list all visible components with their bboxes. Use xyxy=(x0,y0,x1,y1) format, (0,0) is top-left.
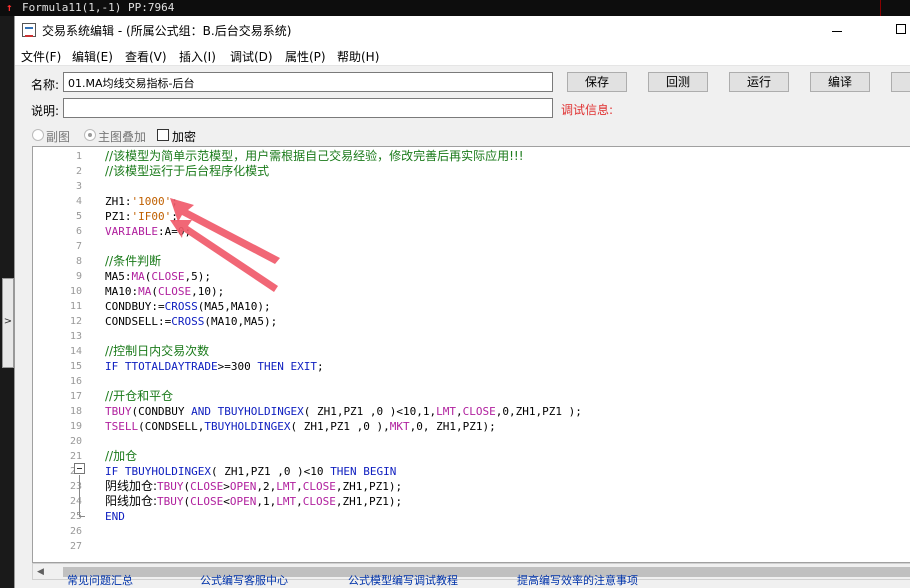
line-number: 24 xyxy=(69,496,82,507)
fold-guide-line xyxy=(79,475,80,517)
encrypt-checkbox[interactable] xyxy=(157,129,169,141)
line-number: 10 xyxy=(69,286,82,297)
code-line-15: IF TTOTALDAYTRADE>=300 THEN EXIT; xyxy=(105,360,324,373)
title-bar: 交易系统编辑 - (所属公式组：B.后台交易系统) xyxy=(15,16,910,44)
code-line-6: VARIABLE:A=0; xyxy=(105,225,192,238)
line-number-gutter: 1 2 3 4 5 6 7 8 9 10 11 12 13 14 15 16 1… xyxy=(33,147,88,552)
formula-editor-window: 交易系统编辑 - (所属公式组：B.后台交易系统) 文件(F) 编辑(E) 查看… xyxy=(14,16,910,588)
extra-button[interactable] xyxy=(891,72,910,92)
code-line-22: IF TBUYHOLDINGEX( ZH1,PZ1 ,0 )<10 THEN B… xyxy=(105,465,397,478)
line-number: 3 xyxy=(75,181,82,192)
fold-guide-end xyxy=(79,516,85,517)
menu-help[interactable]: 帮助(H) xyxy=(337,48,379,65)
line-number: 7 xyxy=(75,241,82,252)
code-line-14: //控制日内交易次数 xyxy=(105,344,210,358)
menu-bar: 文件(F) 编辑(E) 查看(V) 插入(I) 调试(D) 属性(P) 帮助(H… xyxy=(15,44,910,66)
formula-support-link[interactable]: 公式编写客服中心 xyxy=(200,572,288,588)
code-line-11: CONDBUY:=CROSS(MA5,MA10); xyxy=(105,300,271,313)
background-app-header: ↑ Formula11(1,-1) PP:7964 xyxy=(0,0,910,16)
menu-view[interactable]: 查看(V) xyxy=(125,48,167,65)
window-title: 交易系统编辑 - (所属公式组：B.后台交易系统) xyxy=(42,24,292,38)
line-number: 2 xyxy=(75,166,82,177)
code-line-17: //开仓和平仓 xyxy=(105,389,174,403)
efficiency-tips-link[interactable]: 提高编写效率的注意事项 xyxy=(517,572,638,588)
encrypt-label: 加密 xyxy=(172,130,197,144)
name-input[interactable]: 01.MA均线交易指标-后台 xyxy=(63,72,553,92)
sub-chart-label: 副图 xyxy=(46,130,71,144)
up-arrow-icon: ↑ xyxy=(6,1,13,14)
line-number: 20 xyxy=(69,436,82,447)
code-editor[interactable]: 1 2 3 4 5 6 7 8 9 10 11 12 13 14 15 16 1… xyxy=(32,146,910,563)
line-number: 19 xyxy=(69,421,82,432)
code-line-10: MA10:MA(CLOSE,10); xyxy=(105,285,225,298)
code-line-24: 阳线加仓:TBUY(CLOSE<OPEN,1,LMT,CLOSE,ZH1,PZ1… xyxy=(105,494,403,508)
code-line-25: END xyxy=(105,510,125,523)
menu-properties[interactable]: 属性(P) xyxy=(285,48,326,65)
line-number: 12 xyxy=(69,316,82,327)
compile-button[interactable]: 编译 xyxy=(810,72,870,92)
line-number: 26 xyxy=(69,526,82,537)
code-line-21: //加仓 xyxy=(105,449,138,463)
app-icon xyxy=(22,23,36,37)
formula-tutorial-link[interactable]: 公式模型编写调试教程 xyxy=(348,572,458,588)
description-label: 说明: xyxy=(31,104,60,118)
menu-debug[interactable]: 调试(D) xyxy=(230,48,273,65)
faq-link[interactable]: 常见问题汇总 xyxy=(67,572,133,588)
menu-file[interactable]: 文件(F) xyxy=(21,48,61,65)
code-line-8: //条件判断 xyxy=(105,254,162,268)
menu-insert[interactable]: 插入(I) xyxy=(179,48,216,65)
line-number: 5 xyxy=(75,211,82,222)
line-number: 25 xyxy=(69,511,82,522)
code-line-5: PZ1:'IF00'; xyxy=(105,210,178,223)
main-overlay-radio[interactable] xyxy=(84,129,96,141)
code-line-18: TBUY(CONDBUY AND TBUYHOLDINGEX( ZH1,PZ1 … xyxy=(105,405,582,418)
code-line-2: //该模型运行于后台程序化模式 xyxy=(105,164,270,178)
name-label: 名称: xyxy=(31,78,60,92)
sub-chart-radio[interactable] xyxy=(32,129,44,141)
line-number: 18 xyxy=(69,406,82,417)
maximize-button[interactable] xyxy=(896,24,906,34)
save-button[interactable]: 保存 xyxy=(567,72,627,92)
line-number: 8 xyxy=(75,256,82,267)
menu-edit[interactable]: 编辑(E) xyxy=(72,48,113,65)
minimize-button[interactable] xyxy=(830,20,846,38)
background-formula-text: Formula11(1,-1) PP:7964 xyxy=(22,1,175,14)
line-number: 13 xyxy=(69,331,82,342)
code-line-9: MA5:MA(CLOSE,5); xyxy=(105,270,211,283)
line-number: 14 xyxy=(69,346,82,357)
line-number: 21 xyxy=(69,451,82,462)
line-number: 11 xyxy=(69,301,82,312)
line-number: 6 xyxy=(75,226,82,237)
main-overlay-label: 主图叠加 xyxy=(98,130,147,144)
debug-info-label: 调试信息: xyxy=(561,103,614,117)
background-app-sidebar: > xyxy=(0,16,14,588)
fold-collapse-icon[interactable] xyxy=(74,463,85,474)
line-number: 4 xyxy=(75,196,82,207)
code-line-4: ZH1:'1000'; xyxy=(105,195,178,208)
code-line-1: //该模型为简单示范模型，用户需根据自己交易经验，修改完善后再实际应用!!! xyxy=(105,149,524,163)
code-line-23: 阴线加仓:TBUY(CLOSE>OPEN,2,LMT,CLOSE,ZH1,PZ1… xyxy=(105,479,403,493)
code-line-19: TSELL(CONDSELL,TBUYHOLDINGEX( ZH1,PZ1 ,0… xyxy=(105,420,496,433)
display-options: 副图 主图叠加 加密 xyxy=(15,126,415,146)
code-line-12: CONDSELL:=CROSS(MA10,MA5); xyxy=(105,315,278,328)
run-button[interactable]: 运行 xyxy=(729,72,789,92)
side-expand-button[interactable]: > xyxy=(2,278,14,368)
line-number: 17 xyxy=(69,391,82,402)
description-input[interactable] xyxy=(63,98,553,118)
line-number: 1 xyxy=(75,151,82,162)
line-number: 15 xyxy=(69,361,82,372)
line-number: 16 xyxy=(69,376,82,387)
help-links: 常见问题汇总 公式编写客服中心 公式模型编写调试教程 提高编写效率的注意事项 xyxy=(15,571,910,588)
line-number: 23 xyxy=(69,481,82,492)
line-number: 27 xyxy=(69,541,82,552)
line-number: 9 xyxy=(75,271,82,282)
background-red-block xyxy=(880,0,910,16)
backtest-button[interactable]: 回测 xyxy=(648,72,708,92)
